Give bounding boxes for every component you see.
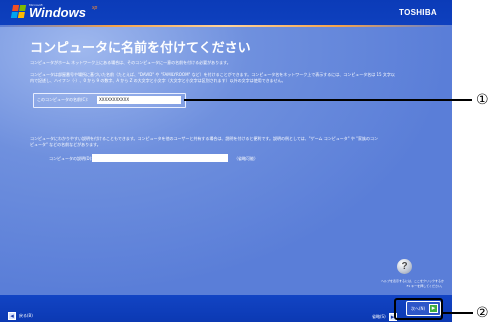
callout-1: ① [476,92,489,108]
windows-flag-icon [10,5,27,18]
back-arrow-icon: ◂ [8,311,16,320]
description-info-line-2: ピュータ" などの名前などがあります。 [30,142,101,147]
skip-label: 省略(S) [372,313,386,319]
intro-text: コンピュータがホーム ネットワーク上にある場合は、そのコンピュータに一意の名前を… [30,60,231,65]
top-bar: Microsoft Windows xp TOSHIBA [0,0,452,25]
xp-mark: xp [92,5,98,11]
callout-line-1 [184,99,472,101]
callout-2: ② [476,305,489,321]
callout-line-2 [443,312,473,314]
help-text-line-2: F1 キーを押してください。 [406,284,444,288]
brand-logo: TOSHIBA [399,8,437,17]
help-text[interactable]: ヘルプを表示するには、ここをクリックするか F1 キーを押してください。 [364,279,444,289]
optional-hint: （省略可能） [234,156,258,161]
setup-screen: Microsoft Windows xp TOSHIBA コンピュータに名前を付… [0,0,452,322]
bottom-bar: ◂ 戻る(B) 省略(S) ▸ 次へ(N) ▸ [0,295,452,322]
help-icon[interactable]: ? [397,259,412,274]
computer-description-input[interactable] [92,154,228,162]
main-content: コンピュータに名前を付けてください コンピュータがホーム ネットワーク上にある場… [0,27,452,295]
computer-name-group: このコンピュータの名前(C): [33,93,186,108]
back-label: 戻る(B) [19,312,33,318]
windows-wordmark: Windows [29,5,86,20]
computer-description-label: コンピュータの説明(D): [49,156,93,161]
next-button-highlight [394,298,443,320]
page-title: コンピュータに名前を付けてください [30,41,251,56]
computer-name-input[interactable] [97,96,181,104]
back-button[interactable]: ◂ 戻る(B) [8,305,46,320]
computer-name-label: このコンピュータの名前(C): [37,97,89,102]
naming-rules-line-2: 内で記述し、ハイフン（-）、0 から 9 の数字、A から Z の大文字と小文字… [30,78,286,83]
